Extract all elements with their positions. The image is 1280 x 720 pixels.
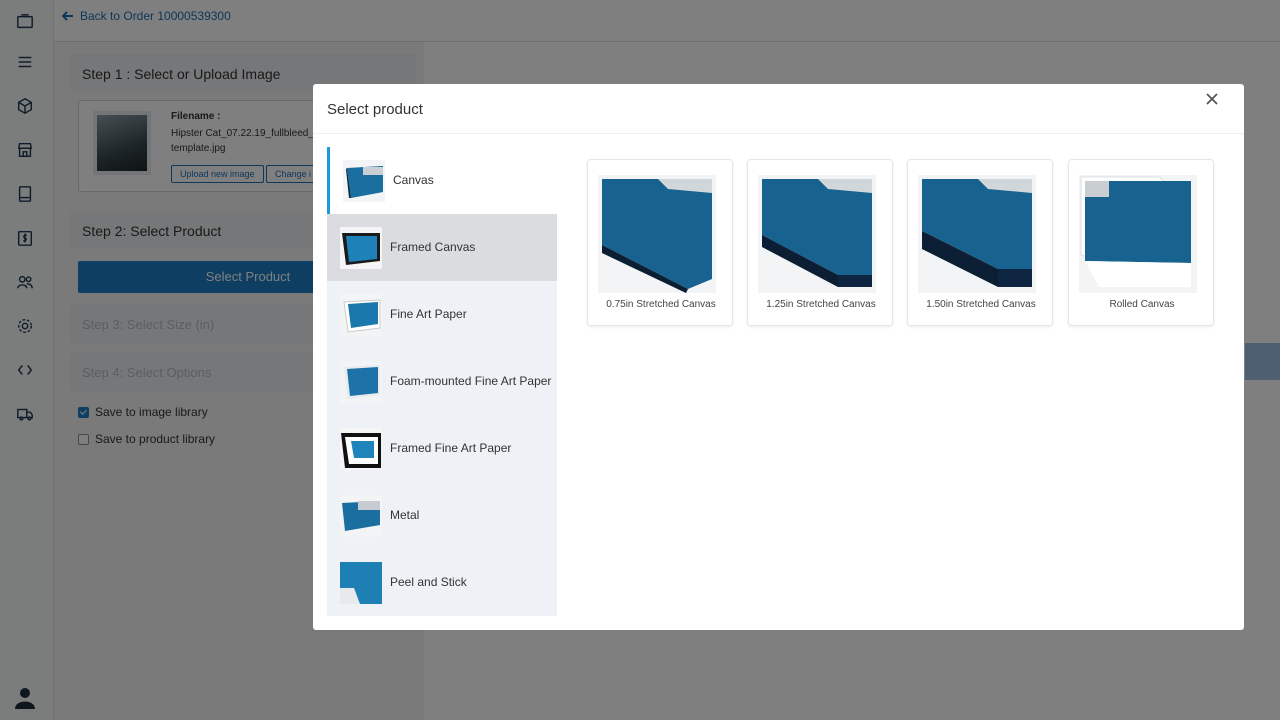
metal-thumbnail [340,495,382,537]
fine-art-paper-thumbnail [340,294,382,336]
modal-title: Select product [327,101,423,118]
category-label: Framed Canvas [390,240,476,254]
product-image [758,175,876,293]
modal-header: Select product [313,84,1244,134]
category-canvas[interactable]: Canvas [327,147,557,214]
close-icon[interactable] [1206,92,1222,108]
canvas-thumbnail [343,160,385,202]
select-product-modal: Select product Canvas Framed Canvas Fine… [313,84,1244,630]
category-label: Canvas [393,173,434,187]
framed-canvas-thumbnail [340,227,382,269]
category-label: Fine Art Paper [390,307,467,321]
product-category-list: Canvas Framed Canvas Fine Art Paper Foam… [327,147,557,616]
category-framed-fine-art-paper[interactable]: Framed Fine Art Paper [327,415,557,482]
category-peel-and-stick[interactable]: Peel and Stick [327,549,557,616]
framed-fine-art-paper-thumbnail [340,428,382,470]
category-fine-art-paper[interactable]: Fine Art Paper [327,281,557,348]
category-label: Peel and Stick [390,575,467,589]
product-image [598,175,716,293]
product-card-rolled-canvas[interactable]: Rolled Canvas [1068,159,1214,326]
product-label: Rolled Canvas [1109,299,1175,310]
category-label: Foam-mounted Fine Art Paper [390,374,552,388]
product-label: 1.50in Stretched Canvas [926,299,1036,310]
product-card-075-stretched-canvas[interactable]: 0.75in Stretched Canvas [587,159,733,326]
product-label: 1.25in Stretched Canvas [766,299,876,310]
product-image [1079,175,1197,293]
product-image [918,175,1036,293]
product-card-150-stretched-canvas[interactable]: 1.50in Stretched Canvas [907,159,1053,326]
category-metal[interactable]: Metal [327,482,557,549]
category-label: Metal [390,508,420,522]
product-card-125-stretched-canvas[interactable]: 1.25in Stretched Canvas [747,159,893,326]
category-foam-mounted-fine-art-paper[interactable]: Foam-mounted Fine Art Paper [327,348,557,415]
peel-and-stick-thumbnail [340,562,382,604]
foam-mounted-thumbnail [340,361,382,403]
category-label: Framed Fine Art Paper [390,441,512,455]
category-framed-canvas[interactable]: Framed Canvas [327,214,557,281]
product-label: 0.75in Stretched Canvas [606,299,716,310]
